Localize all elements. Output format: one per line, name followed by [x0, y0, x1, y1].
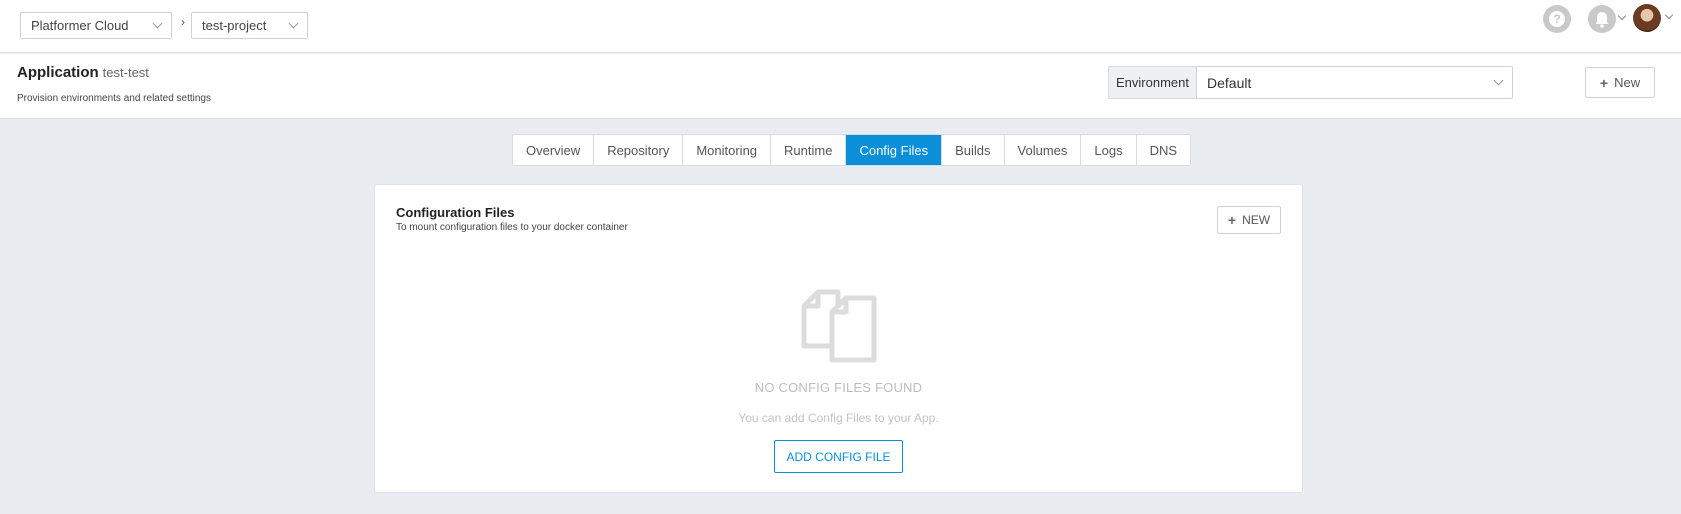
bell-icon	[1595, 11, 1609, 28]
chevron-down-icon[interactable]	[1664, 10, 1674, 20]
environment-value: Default	[1207, 74, 1252, 91]
project-select-value: test-project	[202, 18, 267, 33]
app-name: test-test	[102, 65, 149, 80]
help-icon[interactable]: ?	[1543, 5, 1571, 33]
tab-repository[interactable]: Repository	[594, 135, 684, 165]
tab-monitoring[interactable]: Monitoring	[683, 135, 772, 165]
tab-dns[interactable]: DNS	[1136, 135, 1191, 165]
empty-state-subtitle: You can add Config Files to your App.	[738, 411, 939, 425]
page-header: Application test-test Provision environme…	[0, 54, 1681, 119]
breadcrumb-separator: ›	[181, 15, 185, 29]
new-button[interactable]: + New	[1585, 67, 1655, 98]
new-config-button[interactable]: + NEW	[1217, 206, 1281, 234]
tab-config-files[interactable]: Config Files	[846, 135, 943, 165]
card-subtitle: To mount configuration files to your doc…	[396, 222, 628, 233]
tab-runtime[interactable]: Runtime	[771, 135, 847, 165]
tab-logs[interactable]: Logs	[1081, 135, 1137, 165]
tab-bar: Overview Repository Monitoring Runtime C…	[512, 134, 1192, 166]
chevron-down-icon	[288, 18, 299, 29]
org-select-value: Platformer Cloud	[31, 18, 129, 33]
project-select[interactable]: test-project	[191, 12, 308, 39]
plus-icon: +	[1599, 74, 1609, 91]
chevron-down-icon[interactable]	[1617, 11, 1627, 21]
page-title: Application test-test	[17, 64, 149, 81]
tab-volumes[interactable]: Volumes	[1004, 135, 1082, 165]
environment-select[interactable]: Default	[1196, 66, 1513, 99]
files-icon	[801, 289, 877, 363]
card-title: Configuration Files	[396, 205, 515, 220]
chevron-down-icon	[1493, 75, 1504, 86]
tab-overview[interactable]: Overview	[513, 135, 595, 165]
top-bar: Platformer Cloud › test-project ?	[0, 0, 1681, 53]
new-config-label: NEW	[1242, 213, 1271, 227]
help-symbol: ?	[1549, 11, 1565, 27]
environment-label: Environment	[1108, 66, 1196, 99]
avatar[interactable]	[1633, 4, 1661, 32]
notifications-button[interactable]	[1588, 5, 1616, 33]
empty-state-title: NO CONFIG FILES FOUND	[754, 380, 923, 395]
add-config-file-button[interactable]: ADD CONFIG FILE	[774, 440, 903, 473]
tab-builds[interactable]: Builds	[942, 135, 1005, 165]
new-button-label: New	[1614, 75, 1641, 90]
page-subtitle: Provision environments and related setti…	[17, 93, 211, 104]
org-select[interactable]: Platformer Cloud	[20, 12, 172, 39]
config-files-card: Configuration Files To mount configurati…	[374, 184, 1303, 493]
plus-icon: +	[1227, 212, 1237, 228]
page-title-label: Application	[17, 64, 99, 81]
chevron-down-icon	[152, 18, 163, 29]
